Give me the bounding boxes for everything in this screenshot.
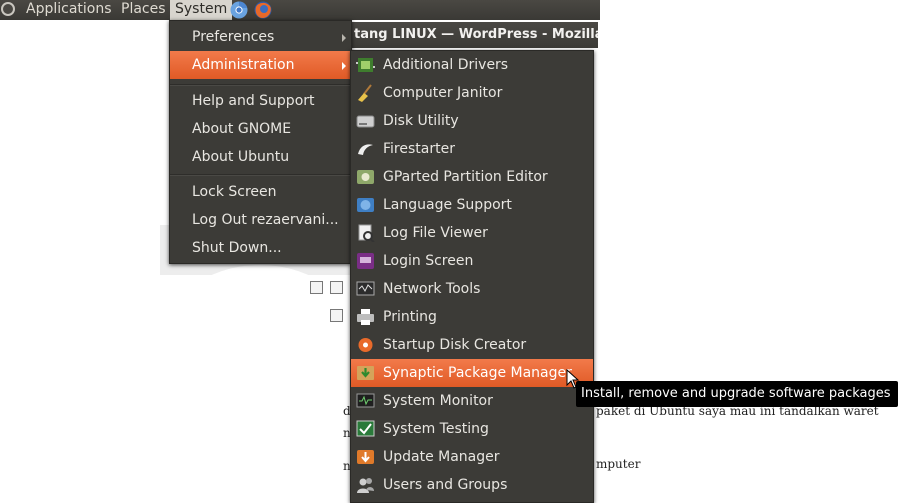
system-testing-icon: [356, 420, 375, 437]
editor-toolbar-icon[interactable]: [330, 281, 343, 294]
menu-item-label: Administration: [192, 57, 295, 73]
menu-item-log-out[interactable]: Log Out rezaervani...: [170, 206, 351, 234]
menu-item-label: Network Tools: [383, 281, 481, 297]
menu-item-administration[interactable]: Administration: [170, 51, 351, 79]
tooltip: Install, remove and upgrade software pac…: [576, 381, 898, 407]
menu-item-help-and-support[interactable]: Help and Support: [170, 87, 351, 115]
menu-item-synaptic-package-manager[interactable]: Synaptic Package Manager: [351, 359, 593, 387]
synaptic-icon: [357, 366, 374, 380]
system-menu: Preferences Administration Help and Supp…: [169, 20, 352, 264]
menu-item-label: GParted Partition Editor: [383, 169, 548, 185]
menu-item-label: System Testing: [383, 421, 489, 437]
menu-item-lock-screen[interactable]: Lock Screen: [170, 178, 351, 206]
menu-item-label: Users and Groups: [383, 477, 508, 493]
menu-item-about-gnome[interactable]: About GNOME: [170, 115, 351, 143]
mouse-pointer-icon: [566, 369, 580, 389]
administration-submenu: Additional Drivers Computer Janitor Disk…: [350, 50, 594, 503]
menu-item-label: Firestarter: [383, 141, 455, 157]
system-menu-button[interactable]: System: [170, 0, 233, 20]
top-panel: Applications Places System: [0, 0, 600, 20]
menu-item-network-tools[interactable]: Network Tools: [351, 275, 593, 303]
menu-item-system-monitor[interactable]: System Monitor: [351, 387, 593, 415]
menu-item-system-testing[interactable]: System Testing: [351, 415, 593, 443]
places-menu[interactable]: Places: [116, 0, 171, 20]
menu-item-label: Printing: [383, 309, 437, 325]
gparted-icon: [357, 170, 374, 184]
editor-toolbar-icon[interactable]: [330, 309, 343, 322]
menu-item-label: Log File Viewer: [383, 225, 488, 241]
menu-item-label: Disk Utility: [383, 113, 459, 129]
menu-item-shut-down[interactable]: Shut Down...: [170, 234, 351, 262]
menu-item-about-ubuntu[interactable]: About Ubuntu: [170, 143, 351, 171]
firestarter-icon: [358, 144, 373, 155]
menu-item-startup-disk-creator[interactable]: Startup Disk Creator: [351, 331, 593, 359]
menu-item-update-manager[interactable]: Update Manager: [351, 443, 593, 471]
menu-separator: [170, 174, 351, 176]
menu-item-login-screen[interactable]: Login Screen: [351, 247, 593, 275]
menu-item-firestarter[interactable]: Firestarter: [351, 135, 593, 163]
users-icon: [357, 478, 374, 493]
menu-separator: [170, 84, 351, 86]
submenu-arrow-icon: [342, 62, 346, 70]
additional-drivers-icon: [356, 58, 375, 72]
language-icon: [357, 198, 374, 212]
menu-item-label: Synaptic Package Manager: [383, 365, 572, 381]
disk-icon: [356, 115, 375, 128]
menu-item-label: Preferences: [192, 29, 275, 45]
menu-item-language-support[interactable]: Language Support: [351, 191, 593, 219]
menu-item-label: Computer Janitor: [383, 85, 503, 101]
startup-disk-icon: [358, 338, 373, 352]
menu-item-printing[interactable]: Printing: [351, 303, 593, 331]
broom-icon: [358, 84, 372, 102]
update-manager-icon: [357, 450, 374, 464]
ubuntu-logo-icon[interactable]: [1, 0, 15, 20]
login-screen-icon: [357, 253, 374, 269]
menu-item-label: System Monitor: [383, 393, 493, 409]
network-tools-icon: [356, 281, 375, 296]
menu-item-label: Startup Disk Creator: [383, 337, 527, 353]
applications-menu[interactable]: Applications: [21, 0, 117, 20]
menu-item-preferences[interactable]: Preferences: [170, 23, 351, 51]
menu-item-label: Update Manager: [383, 449, 500, 465]
log-viewer-icon: [358, 224, 375, 242]
menu-item-gparted[interactable]: GParted Partition Editor: [351, 163, 593, 191]
desktop-background: [600, 0, 904, 503]
menu-item-label: Additional Drivers: [383, 57, 509, 73]
menu-item-label: Login Screen: [383, 253, 474, 269]
page-text-fragment: mputer: [596, 457, 641, 471]
submenu-arrow-icon: [342, 34, 346, 42]
printer-icon: [357, 309, 374, 325]
menu-item-disk-utility[interactable]: Disk Utility: [351, 107, 593, 135]
menu-item-additional-drivers[interactable]: Additional Drivers: [351, 51, 593, 79]
menu-item-computer-janitor[interactable]: Computer Janitor: [351, 79, 593, 107]
menu-item-label: Language Support: [383, 197, 512, 213]
firefox-icon[interactable]: [253, 0, 273, 20]
editor-toolbar-icon[interactable]: [310, 281, 323, 294]
system-monitor-icon: [356, 393, 375, 408]
chromium-icon[interactable]: [229, 0, 249, 20]
menu-item-users-and-groups[interactable]: Users and Groups: [351, 471, 593, 499]
menu-item-log-file-viewer[interactable]: Log File Viewer: [351, 219, 593, 247]
browser-window-title[interactable]: tang LINUX — WordPress - Mozilla: [340, 22, 598, 48]
